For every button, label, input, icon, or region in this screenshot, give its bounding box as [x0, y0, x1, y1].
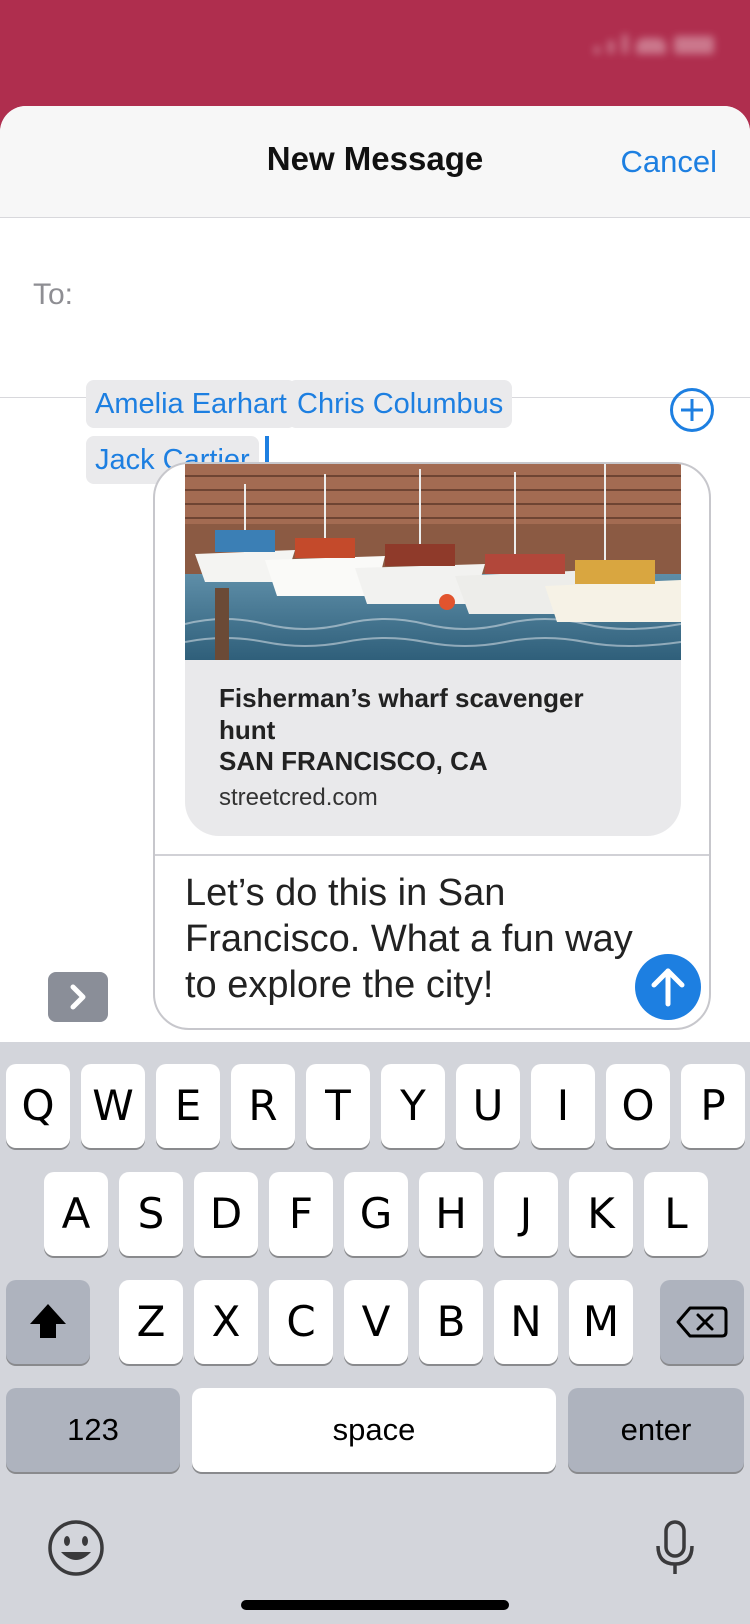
plus-circle-icon[interactable] [670, 388, 714, 432]
key-k[interactable]: K [569, 1172, 633, 1256]
numbers-key[interactable]: 123 [6, 1388, 180, 1472]
key-j[interactable]: J [494, 1172, 558, 1256]
recipient-chip[interactable]: Amelia Earhart [86, 380, 296, 428]
key-e[interactable]: E [156, 1064, 220, 1148]
status-icons [586, 34, 716, 58]
key-x[interactable]: X [194, 1280, 258, 1364]
key-z[interactable]: Z [119, 1280, 183, 1364]
link-title: Fisherman’s wharf scavenger hunt [219, 683, 584, 745]
cancel-button[interactable]: Cancel [621, 144, 718, 180]
key-d[interactable]: D [194, 1172, 258, 1256]
key-i[interactable]: I [531, 1064, 595, 1148]
key-q[interactable]: Q [6, 1064, 70, 1148]
home-indicator [241, 1600, 509, 1610]
key-h[interactable]: H [419, 1172, 483, 1256]
key-s[interactable]: S [119, 1172, 183, 1256]
key-u[interactable]: U [456, 1064, 520, 1148]
microphone-icon [656, 1520, 694, 1574]
key-t[interactable]: T [306, 1064, 370, 1148]
enter-key[interactable]: enter [568, 1388, 744, 1472]
key-w[interactable]: W [81, 1064, 145, 1148]
status-time [58, 28, 65, 59]
keyboard: Q W E R T Y U I O P A S D F G H J K L Z … [0, 1042, 750, 1624]
recipients-field[interactable]: To: Amelia Earhart Chris Columbus Jack C… [0, 218, 750, 484]
key-y[interactable]: Y [381, 1064, 445, 1148]
compose-bubble[interactable]: Fisherman’s wharf scavenger hunt SAN FRA… [153, 462, 711, 1030]
shift-key[interactable] [6, 1280, 90, 1364]
key-b[interactable]: B [419, 1280, 483, 1364]
chevron-right-icon [70, 984, 86, 1010]
shift-arrow-icon [30, 1304, 66, 1338]
backspace-key[interactable] [660, 1280, 744, 1364]
link-domain: streetcred.com [219, 784, 378, 811]
link-location: SAN FRANCISCO, CA [219, 746, 488, 776]
key-c[interactable]: C [269, 1280, 333, 1364]
emoji-button[interactable] [46, 1518, 106, 1578]
status-bar [0, 0, 750, 100]
link-preview-card[interactable]: Fisherman’s wharf scavenger hunt SAN FRA… [185, 464, 681, 836]
to-label: To: [33, 278, 74, 311]
smiley-icon [48, 1520, 104, 1576]
key-p[interactable]: P [681, 1064, 745, 1148]
key-l[interactable]: L [644, 1172, 708, 1256]
key-o[interactable]: O [606, 1064, 670, 1148]
key-r[interactable]: R [231, 1064, 295, 1148]
dictation-button[interactable] [650, 1518, 700, 1578]
key-v[interactable]: V [344, 1280, 408, 1364]
apps-toggle-button[interactable] [48, 972, 108, 1022]
key-f[interactable]: F [269, 1172, 333, 1256]
send-button[interactable] [635, 954, 701, 1020]
recipient-chip[interactable]: Chris Columbus [288, 380, 513, 428]
key-a[interactable]: A [44, 1172, 108, 1256]
bubble-divider [155, 854, 709, 856]
space-key[interactable]: space [192, 1388, 556, 1472]
message-input[interactable]: Let’s do this in San Francisco. What a f… [185, 870, 635, 1008]
compose-sheet: New Message Cancel To: Amelia Earhart Ch… [0, 106, 750, 1624]
nav-bar: New Message Cancel [0, 106, 750, 218]
key-g[interactable]: G [344, 1172, 408, 1256]
key-n[interactable]: N [494, 1280, 558, 1364]
key-m[interactable]: M [569, 1280, 633, 1364]
delete-icon [676, 1306, 728, 1338]
arrow-up-icon [651, 968, 685, 1007]
link-preview-image [185, 464, 681, 660]
